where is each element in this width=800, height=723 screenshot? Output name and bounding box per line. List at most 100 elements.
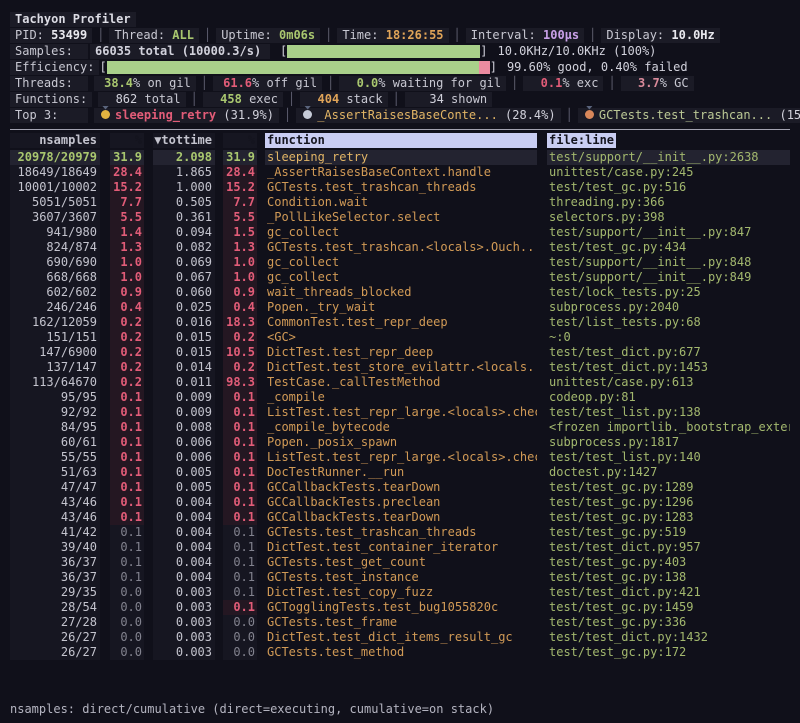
cell-tottime: 1.865: [153, 165, 215, 180]
cell-cum-pct: 18.3: [223, 315, 257, 330]
cell-nsamples: 26/27: [10, 630, 100, 645]
col-header-direct-pct[interactable]: %: [110, 133, 144, 148]
table-row[interactable]: 55/550.10.0060.1ListTest.test_repr_large…: [10, 450, 790, 465]
table-row[interactable]: 26/270.00.0030.0DictTest.test_dict_items…: [10, 630, 790, 645]
cell-fileline: test/support/__init__.py:847: [547, 225, 790, 240]
cell-cum-pct: 0.2: [223, 330, 257, 345]
table-row[interactable]: 602/6020.90.0600.9wait_threads_blockedte…: [10, 285, 790, 300]
col-header-function[interactable]: function: [265, 133, 537, 148]
table-row[interactable]: 668/6681.00.0671.0gc_collecttest/support…: [10, 270, 790, 285]
cell-fileline: test/test_gc.py:516: [547, 180, 790, 195]
table-row[interactable]: 36/370.10.0040.1GCTests.test_get_countte…: [10, 555, 790, 570]
cell-tottime: 1.000: [153, 180, 215, 195]
cell-tottime: 0.505: [153, 195, 215, 210]
table-row[interactable]: 151/1510.20.0150.2<GC>~:0: [10, 330, 790, 345]
cell-nsamples: 47/47: [10, 480, 100, 495]
table-row[interactable]: 18649/1864928.41.86528.4_AssertRaisesBas…: [10, 165, 790, 180]
cell-nsamples: 20978/20979: [10, 150, 100, 165]
table-row[interactable]: 41/420.10.0040.1GCTests.test_trashcan_th…: [10, 525, 790, 540]
col-header-nsamples[interactable]: nsamples: [10, 133, 100, 148]
table-row[interactable]: 95/950.10.0090.1_compilecodeop.py:81: [10, 390, 790, 405]
cell-nsamples: 3607/3607: [10, 210, 100, 225]
table-row[interactable]: 941/9801.40.0941.5gc_collecttest/support…: [10, 225, 790, 240]
table-row[interactable]: 47/470.10.0050.1GCCallbackTests.tearDown…: [10, 480, 790, 495]
top3-item: sleeping_retry (31.9%): [94, 108, 279, 123]
cell-nsamples: 27/28: [10, 615, 100, 630]
cell-tottime: 0.069: [153, 255, 215, 270]
table-row[interactable]: 162/120590.20.01618.3CommonTest.test_rep…: [10, 315, 790, 330]
cell-direct-pct: 0.0: [110, 585, 144, 600]
footer-legend: nsamples: direct/cumulative (direct=exec…: [10, 700, 790, 718]
table-row[interactable]: 113/646700.20.01198.3TestCase._callTestM…: [10, 375, 790, 390]
info-item-label: Time:: [342, 28, 385, 42]
table-row[interactable]: 27/280.00.0030.0GCTests.test_frametest/t…: [10, 615, 790, 630]
table-row[interactable]: 10001/1000215.21.00015.2GCTests.test_tra…: [10, 180, 790, 195]
cell-cum-pct: 0.1: [223, 525, 257, 540]
table-row[interactable]: 26/270.00.0030.0GCTests.test_methodtest/…: [10, 645, 790, 660]
info-item: Uptime: 0m06s: [216, 28, 320, 43]
table-row[interactable]: 824/8741.30.0821.3GCTests.test_trashcan.…: [10, 240, 790, 255]
cell-cum-pct: 0.1: [223, 510, 257, 525]
cell-nsamples: 36/37: [10, 555, 100, 570]
col-header-cum-pct[interactable]: %: [223, 133, 257, 148]
table-row[interactable]: 20978/2097931.92.09831.9sleeping_retryte…: [10, 150, 790, 165]
col-header-tottime-sorted[interactable]: ▼tottime: [153, 133, 215, 148]
table-row[interactable]: 29/350.00.0030.1DictTest.test_copy_fuzzt…: [10, 585, 790, 600]
info-item-value: 100μs: [543, 28, 579, 42]
table-row[interactable]: 3607/36075.50.3615.5_PollLikeSelector.se…: [10, 210, 790, 225]
table-row[interactable]: 36/370.10.0040.1GCTests.test_instancetes…: [10, 570, 790, 585]
table-row[interactable]: 5051/50517.70.5057.7Condition.waitthread…: [10, 195, 790, 210]
stat-value: 0.1: [528, 76, 562, 91]
cell-fileline: test/test_gc.py:336: [547, 615, 790, 630]
cell-direct-pct: 0.2: [110, 375, 144, 390]
stat-label: % waiting for gil: [378, 76, 501, 90]
stat-label: % off gil: [252, 76, 317, 90]
table-row[interactable]: 147/69000.20.01510.5DictTest.test_repr_d…: [10, 345, 790, 360]
table-row[interactable]: 43/460.10.0040.1GCCallbackTests.preclean…: [10, 495, 790, 510]
cell-direct-pct: 5.5: [110, 210, 144, 225]
info-item: Interval: 100μs: [466, 28, 584, 43]
table-row[interactable]: 246/2460.40.0250.4Popen._try_waitsubproc…: [10, 300, 790, 315]
stat-label: shown: [444, 92, 487, 106]
cell-nsamples: 36/37: [10, 570, 100, 585]
cell-cum-pct: 0.1: [223, 405, 257, 420]
col-header-fileline[interactable]: file:line: [547, 133, 616, 148]
table-row[interactable]: 60/610.10.0060.1Popen._posix_spawnsubpro…: [10, 435, 790, 450]
cell-direct-pct: 1.0: [110, 270, 144, 285]
cell-nsamples: 162/12059: [10, 315, 100, 330]
table-row[interactable]: 690/6901.00.0691.0gc_collecttest/support…: [10, 255, 790, 270]
stat-item: 3.7% GC: [621, 76, 694, 91]
table-row[interactable]: 28/540.00.0030.1GCTogglingTests.test_bug…: [10, 600, 790, 615]
table-row[interactable]: 137/1470.20.0140.2DictTest.test_store_ev…: [10, 360, 790, 375]
table-row[interactable]: 39/400.10.0040.1DictTest.test_container_…: [10, 540, 790, 555]
cell-direct-pct: 0.1: [110, 465, 144, 480]
app-title: Tachyon Profiler: [10, 12, 136, 27]
top3-percentage: (28.4%): [505, 108, 556, 122]
cell-fileline: test/test_list.py:140: [547, 450, 790, 465]
cell-fileline: test/test_gc.py:403: [547, 555, 790, 570]
cell-tottime: 0.004: [153, 510, 215, 525]
cell-nsamples: 10001/10002: [10, 180, 100, 195]
stat-item: 404 stack: [300, 92, 387, 107]
cell-fileline: test/test_dict.py:421: [547, 585, 790, 600]
cell-tottime: 0.009: [153, 405, 215, 420]
table-row[interactable]: 51/630.10.0050.1DocTestRunner.__rundocte…: [10, 465, 790, 480]
cell-tottime: 0.025: [153, 300, 215, 315]
stat-item: 34 shown: [405, 92, 492, 107]
cell-fileline: test/test_dict.py:957: [547, 540, 790, 555]
top3-item: _AssertRaisesBaseConte... (28.4%): [296, 108, 560, 123]
table-row[interactable]: 92/920.10.0090.1ListTest.test_repr_large…: [10, 405, 790, 420]
table-row[interactable]: 84/950.10.0080.1_compile_bytecode<frozen…: [10, 420, 790, 435]
cell-fileline: test/lock_tests.py:25: [547, 285, 790, 300]
cell-fileline: test/test_dict.py:1432: [547, 630, 790, 645]
cell-tottime: 0.006: [153, 435, 215, 450]
table-row[interactable]: 43/460.10.0040.1GCCallbackTests.tearDown…: [10, 510, 790, 525]
cell-cum-pct: 0.9: [223, 285, 257, 300]
efficiency-bar-open-bracket: [: [99, 59, 106, 75]
cell-cum-pct: 0.0: [223, 615, 257, 630]
info-item-value: 53499: [51, 28, 87, 42]
cell-tottime: 0.004: [153, 495, 215, 510]
cell-nsamples: 824/874: [10, 240, 100, 255]
cell-nsamples: 113/64670: [10, 375, 100, 390]
top3-function-name: _AssertRaisesBaseConte...: [317, 108, 505, 122]
